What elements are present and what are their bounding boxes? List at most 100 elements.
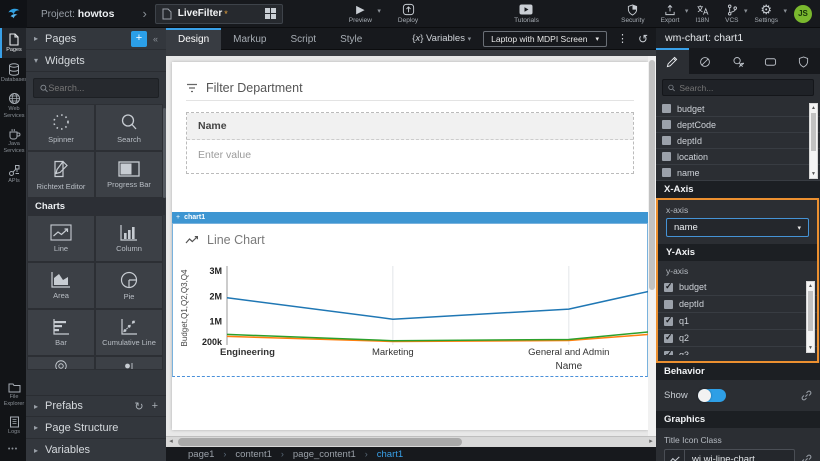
widget-tile-pie[interactable]: Pie: [95, 262, 163, 309]
widget-tile-bar[interactable]: Bar: [27, 309, 95, 356]
tab-design[interactable]: Design: [166, 28, 221, 50]
settings-button[interactable]: ⚙ Settings ▾: [755, 3, 779, 24]
tab-style[interactable]: Style: [328, 28, 374, 50]
tab-events[interactable]: [722, 48, 755, 74]
preview-caret-icon[interactable]: ▾: [377, 7, 381, 15]
tutorials-button[interactable]: Tutorials: [514, 3, 539, 24]
undo-icon[interactable]: ↺: [638, 33, 648, 45]
name-input[interactable]: Enter value: [187, 140, 633, 173]
page-selector[interactable]: LiveFilter *: [155, 4, 283, 24]
add-page-button[interactable]: +: [131, 31, 147, 47]
add-prefab-icon[interactable]: +: [152, 400, 158, 413]
export-caret-icon[interactable]: ▾: [685, 7, 689, 15]
widget-tile-partial-donut[interactable]: [27, 356, 95, 370]
field-row-deptcode[interactable]: deptCode ▾: [656, 117, 820, 133]
checkbox[interactable]: [662, 168, 671, 177]
field-row-location[interactable]: location ▾: [656, 149, 820, 165]
canvas-vertical-scrollbar[interactable]: [648, 56, 656, 436]
tab-markup[interactable]: Markup: [221, 28, 278, 50]
checkbox[interactable]: [664, 300, 673, 309]
breadcrumb-page-content1[interactable]: page_content1: [293, 449, 356, 460]
y-axis-scrollbar[interactable]: ▲ ▼: [806, 281, 815, 353]
scroll-left-icon[interactable]: ◂: [166, 437, 176, 447]
variables-button[interactable]: {x} Variables ▾: [412, 33, 471, 44]
pages-section-header[interactable]: ▸ Pages + «: [26, 28, 166, 50]
checkbox[interactable]: [662, 104, 671, 113]
widget-tile-progress-bar[interactable]: Progress Bar: [95, 151, 163, 198]
y-axis-section-header[interactable]: Y-Axis: [658, 244, 817, 261]
collapse-panel-icon[interactable]: «: [153, 34, 158, 44]
chart-body[interactable]: Line Chart 3M2M1M200kEngineeringMarketin…: [172, 223, 648, 377]
preview-button[interactable]: ▶ Preview ▾: [349, 3, 372, 24]
vcs-caret-icon[interactable]: ▾: [744, 7, 748, 15]
rail-item-databases[interactable]: Databases: [0, 58, 26, 88]
field-row-budget[interactable]: budget ▾: [656, 101, 820, 117]
breadcrumb-content1[interactable]: content1: [235, 449, 271, 460]
rail-item-pages[interactable]: Pages: [0, 28, 26, 58]
checkbox[interactable]: [662, 152, 671, 161]
rail-item-file-explorer[interactable]: File Explorer: [0, 377, 26, 411]
show-toggle[interactable]: [698, 389, 726, 402]
pages-grid-icon[interactable]: [263, 6, 278, 21]
yaxis-row-q1[interactable]: q1: [658, 313, 817, 330]
bind-property-icon[interactable]: [801, 390, 812, 401]
rail-item-apis[interactable]: APIs: [0, 159, 26, 189]
device-selector[interactable]: Laptop with MDPI Screen ▾: [483, 31, 607, 47]
widget-tile-spinner[interactable]: Spinner: [27, 104, 95, 151]
page-preview[interactable]: Filter Department Name Enter value + cha…: [172, 62, 648, 430]
tab-properties[interactable]: [656, 48, 689, 74]
widget-tile-line[interactable]: Line: [27, 215, 95, 262]
filter-department-header[interactable]: Filter Department: [186, 75, 634, 101]
breadcrumb-page1[interactable]: page1: [188, 449, 214, 460]
title-icon-class-input[interactable]: wi wi-line-chart: [664, 449, 795, 461]
x-axis-section-header[interactable]: X-Axis: [656, 181, 820, 198]
tab-styles[interactable]: [689, 48, 722, 74]
widget-search-input[interactable]: [48, 83, 152, 93]
tab-device[interactable]: [754, 48, 787, 74]
properties-search[interactable]: [662, 79, 814, 96]
widget-tile-cumulative-line[interactable]: Cumulative Line: [95, 309, 163, 356]
bind-property-icon[interactable]: [801, 454, 812, 461]
widget-tile-partial-bubble[interactable]: [95, 356, 163, 370]
page-structure-section-header[interactable]: ▸ Page Structure: [26, 417, 166, 439]
prefabs-section-header[interactable]: ▸ Prefabs ↻ +: [26, 395, 166, 417]
behavior-section-header[interactable]: Behavior: [656, 363, 820, 380]
yaxis-row-q3[interactable]: q3: [658, 347, 817, 355]
rail-item-java-services[interactable]: Java Services: [0, 123, 26, 158]
tab-script[interactable]: Script: [279, 28, 329, 50]
rail-item-web-services[interactable]: Web Services: [0, 87, 26, 123]
widget-tile-area[interactable]: Area: [27, 262, 95, 309]
canvas-horizontal-scrollbar[interactable]: ◂ ▸: [166, 436, 656, 447]
checkbox[interactable]: [664, 334, 673, 343]
scroll-thumb[interactable]: [178, 438, 462, 446]
i18n-button[interactable]: I18N: [695, 3, 709, 24]
rail-more-icon[interactable]: •••: [0, 440, 26, 461]
move-handle-icon[interactable]: +: [176, 214, 180, 221]
field-row-deptid[interactable]: deptId ▾: [656, 133, 820, 149]
yaxis-row-budget[interactable]: budget: [658, 279, 817, 296]
fields-scrollbar[interactable]: ▲ ▼: [809, 103, 818, 179]
deploy-button[interactable]: Deploy: [398, 3, 418, 24]
checkbox[interactable]: [662, 136, 671, 145]
properties-search-input[interactable]: [679, 83, 808, 93]
checkbox[interactable]: [664, 317, 673, 326]
checkbox[interactable]: [664, 351, 673, 356]
x-axis-select[interactable]: name ▾: [666, 218, 809, 237]
widgets-section-header[interactable]: ▾ Widgets: [26, 50, 166, 72]
chart-selection-bar[interactable]: + chart1: [172, 212, 648, 223]
rail-item-logs[interactable]: Logs: [0, 411, 26, 440]
design-canvas[interactable]: Filter Department Name Enter value + cha…: [166, 50, 656, 436]
wavemaker-logo[interactable]: [0, 0, 27, 28]
chart-widget[interactable]: + chart1 Line Chart 3M2M1M200kEngineerin…: [172, 212, 648, 377]
yaxis-row-q2[interactable]: q2: [658, 330, 817, 347]
widget-search[interactable]: [33, 78, 159, 98]
tab-security[interactable]: [787, 48, 820, 74]
yaxis-row-deptid[interactable]: deptId: [658, 296, 817, 313]
widget-tile-richtext-editor[interactable]: Richtext Editor: [27, 151, 95, 198]
checkbox[interactable]: [662, 120, 671, 129]
field-row-name[interactable]: name ▾: [656, 165, 820, 181]
line-chart-plot[interactable]: 3M2M1M200kEngineeringMarketingGeneral an…: [179, 263, 649, 375]
export-button[interactable]: Export ▾: [661, 3, 680, 24]
refresh-prefabs-icon[interactable]: ↻: [134, 400, 143, 413]
settings-caret-icon[interactable]: ▾: [783, 7, 787, 15]
